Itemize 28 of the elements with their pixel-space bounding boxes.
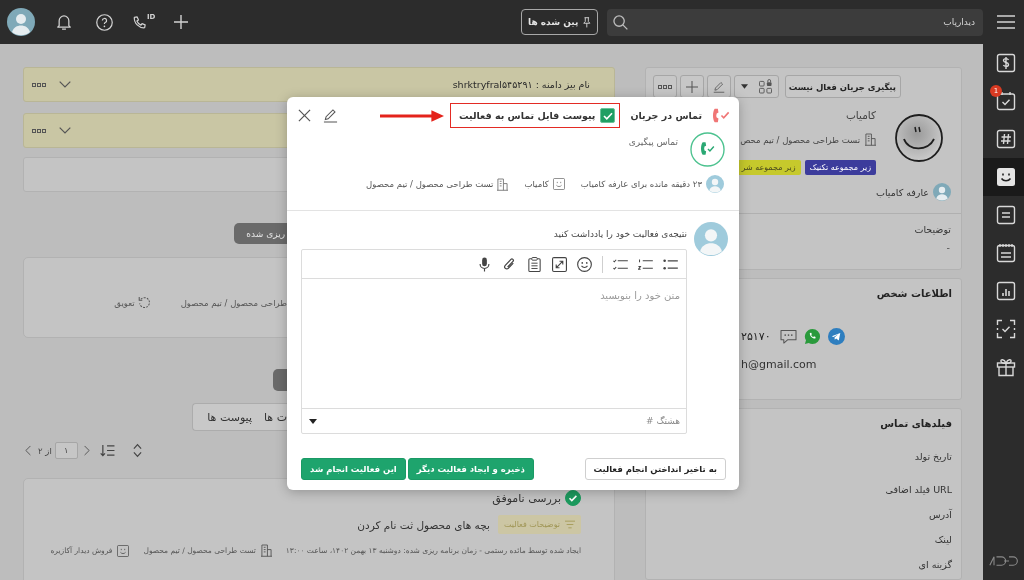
team-text: تست طراحی محصول / تیم محص bbox=[740, 134, 860, 145]
contact-name: کامیاب bbox=[524, 179, 549, 189]
description-label: توضیحات bbox=[914, 224, 951, 235]
field-label: آدرس bbox=[928, 509, 952, 520]
field-label: تاریخ تولد bbox=[914, 451, 952, 462]
prompt-text: نتیجه‌ی فعالیت خود را یادداشت کنید bbox=[553, 228, 687, 241]
section-title: اطلاعات شخص bbox=[876, 288, 952, 299]
call-status: تماس در جریان bbox=[630, 110, 702, 121]
field-label: گزینه ای bbox=[918, 559, 952, 570]
section-title: فیلدهای تماس bbox=[880, 418, 952, 429]
timeline-label: ریزی شده bbox=[234, 223, 287, 244]
domain-name: نام بیز دامنه : shrktryfral۵۴۵۲۹۱ bbox=[452, 79, 590, 90]
team-text: طراحی محصول / تیم محصول bbox=[180, 297, 287, 308]
description-value: - bbox=[946, 242, 950, 253]
activity-type: تماس پیگیری bbox=[628, 137, 678, 147]
owner-name: عارفه کامیاب bbox=[876, 186, 929, 198]
phone-number: ۲۵۱۷۰ bbox=[741, 330, 771, 343]
activity-note: بچه های محصول ثت نام کردن bbox=[357, 518, 490, 531]
activity-title: بررسی ناموفق bbox=[492, 491, 561, 505]
field-label: فیلد اضافی URL bbox=[885, 484, 952, 495]
page-count: از ۲ bbox=[38, 445, 52, 456]
contact-tag: زیر مجموعه شر bbox=[736, 160, 801, 175]
email-address: h@gmail.com bbox=[741, 358, 817, 371]
contact-name: کامیاب bbox=[845, 109, 876, 121]
team-text: تست طراحی محصول / تیم محصول bbox=[366, 179, 494, 189]
field-label: لینک bbox=[934, 534, 952, 545]
contact-tag: زیر مجموعه تکنیک bbox=[804, 160, 876, 175]
due-text: ۲۳ دقیقه مانده برای عارفه کامیاب bbox=[580, 179, 702, 189]
